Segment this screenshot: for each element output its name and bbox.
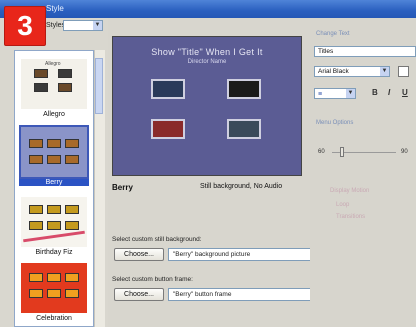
thumbnail-button (29, 139, 43, 148)
style-description: Still background, No Audio (200, 183, 283, 190)
chevron-down-icon: ▼ (346, 89, 355, 98)
choose-button-frame-button[interactable]: Choose... (114, 288, 164, 301)
thumbnail-button (29, 273, 43, 282)
style-thumbnail (21, 263, 87, 313)
list-item-selected[interactable]: Berry (19, 125, 89, 186)
thumbnail-button (47, 139, 61, 148)
thumbnail-button (58, 83, 72, 92)
thumbnail-button (47, 155, 61, 164)
thumbnail-button (65, 139, 79, 148)
align-left-icon: ≡ (318, 91, 323, 98)
thumbnail-button (47, 221, 61, 230)
style-label: Berry (19, 179, 89, 186)
slider-handle[interactable] (340, 147, 344, 157)
thumbnail-button (47, 205, 61, 214)
thumbnail-button (29, 205, 43, 214)
thumbnail-title-text: Allegro (45, 61, 61, 67)
thumbnail-button (47, 289, 61, 298)
thumbnail-button (34, 83, 48, 92)
right-panel (310, 18, 416, 327)
color-swatch[interactable] (398, 66, 409, 77)
background-label: Select custom still background: (112, 236, 202, 243)
menu-preview: Show "Title" When I Get It Director Name (112, 36, 302, 176)
text-type-value: Titles (318, 48, 334, 55)
preview-button (151, 79, 185, 99)
scrollbar-thumb[interactable] (95, 58, 103, 114)
option-text: Loop (336, 202, 350, 208)
bold-button[interactable]: B (372, 88, 378, 97)
thumbnail-button (58, 69, 72, 78)
preview-button (227, 119, 261, 139)
window-title: Style (46, 4, 64, 13)
step-badge: 3 (4, 6, 46, 46)
font-select[interactable]: Arial Black ▼ (314, 66, 390, 77)
thumbnail-button (65, 221, 79, 230)
preview-subtitle: Director Name (187, 59, 227, 65)
preview-button (227, 79, 261, 99)
menu-options-label: Menu Options (316, 120, 354, 126)
chevron-down-icon: ▼ (93, 21, 102, 30)
list-item[interactable]: Allegro Allegro (19, 59, 89, 118)
chevron-down-icon: ▼ (380, 67, 389, 76)
thumbnail-decoration (23, 230, 85, 243)
thumbnail-button (29, 289, 43, 298)
underline-button[interactable]: U (402, 88, 408, 97)
preview-button (151, 119, 185, 139)
slider-min-label: 60 (318, 149, 325, 155)
thumbnail-button (47, 273, 61, 282)
thumbnail-button (34, 69, 48, 78)
list-item[interactable]: Birthday Fiz (19, 197, 89, 256)
thumbnail-button (65, 273, 79, 282)
preview-title: Show "Title" When I Get It (151, 47, 263, 57)
option-text: Transitions (336, 214, 366, 220)
style-thumbnail: Allegro (21, 59, 87, 109)
text-type-select[interactable]: Titles (314, 46, 416, 57)
style-label: Allegro (43, 111, 65, 118)
style-label: Celebration (36, 315, 72, 322)
style-thumbnail (21, 197, 87, 247)
list-item[interactable]: Celebration (19, 263, 89, 322)
selected-style-name: Berry (112, 183, 133, 192)
font-value: Arial Black (318, 68, 349, 75)
style-thumbnail (19, 125, 89, 179)
change-text-label: Change Text (316, 31, 350, 37)
button-frame-label: Select custom button frame: (112, 276, 193, 283)
title-bar: Style (0, 0, 416, 18)
thumbnail-button (29, 155, 43, 164)
option-text: Display Motion (330, 188, 370, 194)
style-list[interactable]: Allegro Allegro Berry Birthday Fiz Celeb… (14, 50, 94, 327)
alignment-select[interactable]: ≡ ▼ (314, 88, 356, 99)
thumbnail-button (65, 289, 79, 298)
choose-background-button[interactable]: Choose... (114, 248, 164, 261)
thumbnail-button (29, 221, 43, 230)
slider-max-label: 90 (401, 149, 408, 155)
italic-button[interactable]: I (388, 88, 390, 97)
style-label: Birthday Fiz (35, 249, 73, 256)
thumbnail-button (65, 155, 79, 164)
styles-dropdown[interactable]: ▼ (63, 20, 103, 31)
thumbnail-button (65, 205, 79, 214)
